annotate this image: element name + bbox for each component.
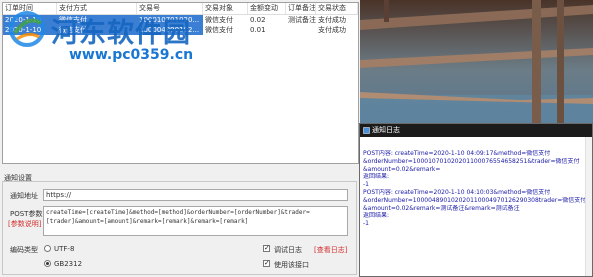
cell-status: 支付成功 (316, 25, 358, 35)
use-api-label[interactable]: 使用该接口 (274, 260, 309, 270)
column-header[interactable]: 金额变动 (248, 3, 286, 14)
log-titlebar: 通知日志 (360, 124, 592, 137)
encoding-label: 编码类型 (10, 246, 38, 254)
orders-table: 订单时间 支付方式 交易号 交易对象 金额变动 订单备注 交易状态 2020-1… (2, 2, 359, 164)
log-line: POST内容: createTime=2020-1-10 04:10:03&me… (363, 188, 551, 196)
log-scrollbar[interactable] (585, 137, 592, 276)
cell-remark (286, 25, 316, 35)
cell-remark: 测试备注 (286, 15, 316, 25)
log-line: &orderNumber=100010701020201100076554658… (363, 157, 580, 165)
log-content: POST内容: createTime=2020-1-10 04:09:17&me… (363, 150, 589, 228)
log-line: &amount=0.02&remark= (363, 165, 441, 173)
log-line: &orderNumber=100004890102020110004970126… (363, 196, 587, 204)
log-line: POST内容: createTime=2020-1-10 04:09:17&me… (363, 150, 551, 157)
cell-amount: 0.01 (248, 25, 286, 35)
main-panel: 订单时间 支付方式 交易号 交易对象 金额变动 订单备注 交易状态 2020-1… (0, 0, 360, 277)
use-api-checkbox[interactable]: ✓ (263, 260, 270, 267)
debug-log-checkbox[interactable]: ✓ (263, 245, 270, 252)
cell-amount: 0.02 (248, 15, 286, 25)
app-icon (363, 127, 370, 134)
post-params-input[interactable]: createTime=[createTime]&method=[method]&… (43, 206, 348, 236)
debug-log-label[interactable]: 调试日志 (274, 245, 302, 255)
log-line: 返回结果: (363, 212, 390, 220)
watermark-url: www.pc0359.cn (69, 47, 194, 63)
column-header[interactable]: 交易对象 (203, 3, 248, 14)
cell-target: 微信支付 (203, 15, 248, 25)
post-help-link[interactable]: [参数说明] (8, 219, 41, 229)
notify-log-window: 通知日志 POST内容: createTime=2020-1-10 04:09:… (359, 123, 593, 277)
encoding-gb2312-radio[interactable] (44, 260, 51, 267)
log-line: 返回结果: (363, 173, 390, 181)
encoding-utf8-radio[interactable] (44, 245, 51, 252)
post-label: POST参数 (10, 210, 43, 218)
encoding-utf8-label[interactable]: UTF-8 (54, 245, 74, 253)
encoding-gb2312-label[interactable]: GB2312 (54, 260, 82, 268)
column-header[interactable]: 交易状态 (316, 3, 358, 14)
cell-status: 支付成功 (316, 15, 358, 25)
notify-url-input[interactable]: https:// (43, 189, 348, 201)
watermark-logo-icon (9, 11, 45, 47)
cell-target: 微信支付 (203, 25, 248, 35)
log-line: -1 (363, 181, 369, 189)
column-header[interactable]: 订单备注 (286, 3, 316, 14)
watermark-title: 河东软件园 (51, 18, 191, 49)
url-label: 通知地址 (10, 192, 38, 200)
log-window-title: 通知日志 (372, 126, 400, 134)
view-log-link[interactable]: [查看日志] (314, 245, 347, 255)
log-line: &amount=0.02&remark=测试备注&remark=测试备注 (363, 204, 520, 212)
log-line: -1 (363, 220, 369, 228)
